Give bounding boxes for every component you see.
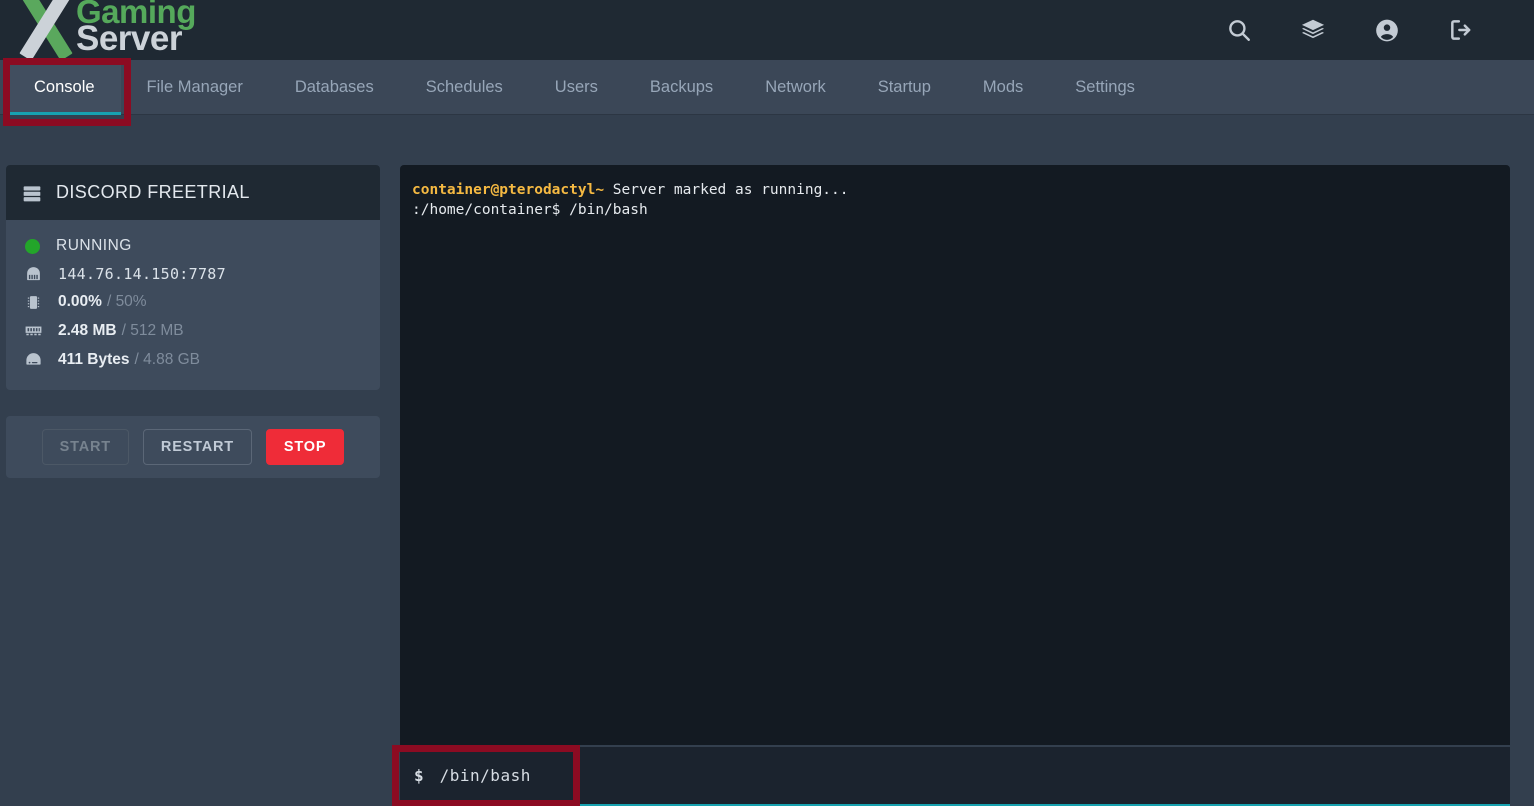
memory-usage: 2.48 MB/ 512 MB — [58, 322, 184, 340]
tab-label: Network — [765, 78, 826, 96]
memory-value: 2.48 MB — [58, 321, 117, 339]
ethernet-port-icon — [22, 266, 44, 283]
cpu-usage: 0.00%/ 50% — [58, 293, 147, 311]
console-line: container@pterodactyl~ Server marked as … — [412, 181, 1498, 201]
disk-row: 411 Bytes/ 4.88 GB — [6, 345, 380, 374]
command-input[interactable] — [439, 766, 1340, 785]
x-logo-icon — [10, 0, 82, 61]
tab-mods[interactable]: Mods — [957, 60, 1049, 115]
server-nav-bar: Console File Manager Databases Schedules… — [0, 60, 1534, 115]
tab-label: Schedules — [425, 78, 503, 96]
status-row: RUNNING — [6, 232, 380, 260]
server-rack-icon — [22, 183, 42, 203]
tab-label: Backups — [649, 78, 714, 96]
tab-label: Users — [554, 78, 598, 96]
tab-file-manager[interactable]: File Manager — [121, 60, 269, 115]
tab-network[interactable]: Network — [739, 60, 852, 115]
memory-row: 2.48 MB/ 512 MB — [6, 316, 380, 345]
logout-icon[interactable] — [1448, 17, 1474, 43]
server-name: DISCORD FREETRIAL — [56, 182, 250, 202]
disk-usage: 411 Bytes/ 4.88 GB — [58, 351, 200, 369]
tab-startup[interactable]: Startup — [852, 60, 957, 115]
layers-icon[interactable] — [1300, 17, 1326, 43]
tab-schedules[interactable]: Schedules — [400, 60, 529, 115]
tab-label: Mods — [982, 78, 1024, 96]
address-row: 144.76.14.150:7787 — [6, 260, 380, 288]
hard-drive-icon — [22, 350, 44, 369]
console-line-prompt: container@pterodactyl~ — [412, 182, 605, 198]
power-controls-card: START RESTART STOP — [6, 416, 380, 478]
disk-limit: / 4.88 GB — [134, 350, 201, 368]
nav-tab-list: Console File Manager Databases Schedules… — [0, 60, 1534, 115]
server-info-header: DISCORD FREETRIAL — [6, 165, 380, 220]
tab-users[interactable]: Users — [529, 60, 624, 115]
account-circle-icon[interactable] — [1374, 17, 1400, 43]
stop-button[interactable]: STOP — [265, 429, 345, 465]
top-header-bar: Gaming Server — [0, 0, 1534, 61]
header-actions — [1226, 0, 1474, 60]
cpu-row: 0.00%/ 50% — [6, 288, 380, 316]
tab-console[interactable]: Console — [8, 60, 121, 115]
memory-stick-icon — [22, 321, 44, 340]
console-output[interactable]: container@pterodactyl~ Server marked as … — [400, 165, 1510, 745]
tab-label: Databases — [294, 78, 374, 96]
server-info-card: DISCORD FREETRIAL RUNNING 144.76.14.150:… — [6, 165, 380, 390]
console-line-text: :/home/container$ /bin/bash — [412, 201, 648, 218]
console-line: :/home/container$ /bin/bash — [412, 201, 1498, 221]
tab-label: Startup — [877, 78, 931, 96]
start-button[interactable]: START — [41, 429, 129, 465]
server-address: 144.76.14.150:7787 — [58, 265, 226, 283]
tab-label: File Manager — [146, 78, 243, 96]
brand-wordmark: Gaming Server — [76, 0, 196, 59]
memory-limit: / 512 MB — [121, 321, 184, 339]
pterodactyl-panel-page: Gaming Server Console File Manager Datab… — [0, 0, 1534, 806]
tab-label: Console — [34, 78, 95, 96]
search-icon[interactable] — [1226, 17, 1252, 43]
brand-line-two: Server — [76, 19, 182, 59]
tab-databases[interactable]: Databases — [269, 60, 400, 115]
restart-button[interactable]: RESTART — [142, 429, 252, 465]
command-input-bar[interactable]: $ — [400, 747, 1510, 806]
disk-value: 411 Bytes — [58, 350, 130, 368]
tab-backups[interactable]: Backups — [624, 60, 739, 115]
status-indicator-dot — [25, 238, 40, 254]
tab-settings[interactable]: Settings — [1049, 60, 1161, 115]
cpu-value: 0.00% — [58, 293, 102, 310]
cpu-chip-icon — [22, 294, 44, 311]
server-sidebar: DISCORD FREETRIAL RUNNING 144.76.14.150:… — [6, 165, 380, 478]
status-badge: RUNNING — [56, 237, 132, 254]
prompt-sigil-icon: $ — [414, 766, 424, 785]
cpu-limit: / 50% — [106, 293, 147, 310]
tab-label: Settings — [1075, 78, 1135, 96]
server-stats-list: RUNNING 144.76.14.150:7787 0.00% / 50% 2… — [6, 220, 380, 390]
console-line-text: Server marked as running... — [604, 182, 849, 198]
brand-logo[interactable]: Gaming Server — [10, 0, 196, 61]
